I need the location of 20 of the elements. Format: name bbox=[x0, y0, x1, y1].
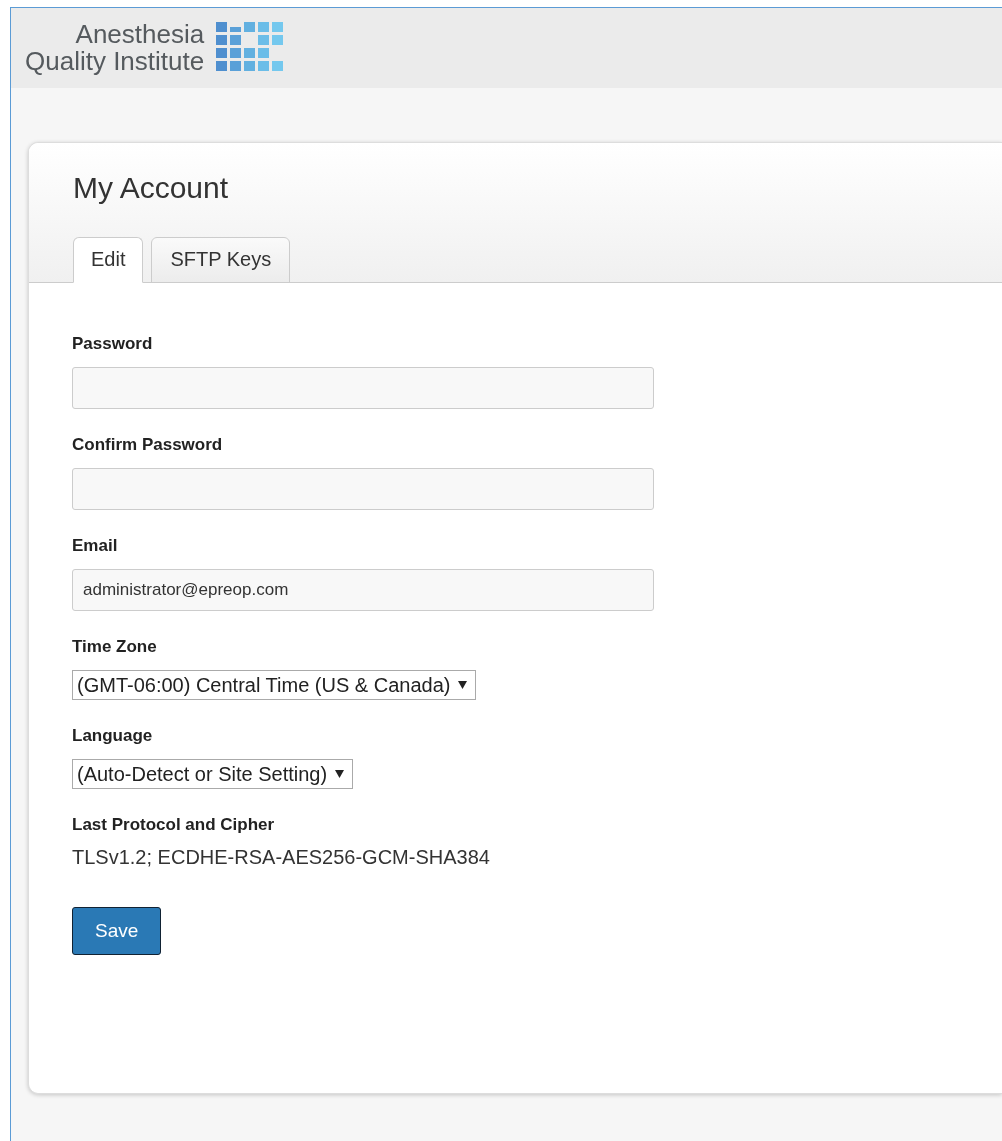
logo-text: Anesthesia bbox=[75, 21, 205, 48]
field-label: Email bbox=[72, 536, 118, 556]
field-label: Time Zone bbox=[72, 637, 157, 657]
field-label: Last Protocol and Cipher bbox=[72, 815, 275, 835]
field-label: Confirm Password bbox=[72, 435, 223, 455]
input-field[interactable] bbox=[72, 367, 654, 409]
input-field[interactable]: administrator@epreop.com bbox=[72, 569, 654, 611]
dropdown[interactable]: (GMT-06:00) Central Time (US & Canada) bbox=[72, 670, 477, 700]
field-label: Password bbox=[72, 334, 153, 354]
dropdown[interactable]: (Auto-Detect or Site Setting) bbox=[72, 759, 354, 789]
field-label: Language bbox=[72, 726, 153, 746]
tab[interactable]: Edit bbox=[73, 237, 144, 283]
input-field[interactable] bbox=[72, 468, 654, 510]
logo-text: Quality Institute bbox=[25, 48, 205, 75]
caret-icon bbox=[458, 681, 468, 689]
save-button[interactable]: Save bbox=[72, 907, 162, 955]
tab[interactable]: SFTP Keys bbox=[151, 237, 291, 283]
caret-icon bbox=[335, 770, 345, 778]
field-value: TLSv1.2; ECDHE-RSA-AES256-GCM-SHA384 bbox=[72, 846, 490, 869]
page-title: My Account bbox=[73, 171, 230, 205]
